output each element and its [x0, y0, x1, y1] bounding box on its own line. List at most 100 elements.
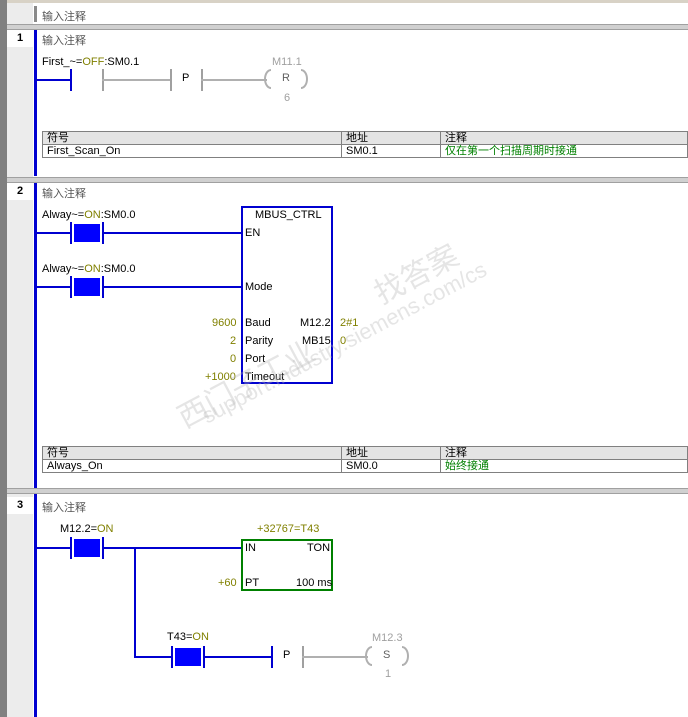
network-3-coil-type[interactable]: S: [383, 649, 390, 661]
timer-label[interactable]: +32767=T43: [257, 523, 319, 535]
network-3-p-edge-label[interactable]: P: [283, 649, 290, 661]
address-cell: SM0.1: [341, 144, 441, 158]
rung-wire-to-in: [102, 547, 242, 549]
block-title: MBUS_CTRL: [255, 209, 322, 221]
rung-wire: [37, 232, 71, 234]
network-2-contact-1-on[interactable]: [74, 224, 100, 242]
network-2-power-rail: [34, 183, 37, 488]
baud-value[interactable]: 9600: [212, 317, 236, 329]
network-1-number[interactable]: 1: [7, 30, 33, 47]
timer-pin-in: IN: [245, 542, 256, 554]
network-2-contact-2-on[interactable]: [74, 278, 100, 296]
network-3-coil-address[interactable]: M12.3: [372, 632, 403, 644]
network-3-number[interactable]: 3: [7, 497, 33, 514]
network-2-comment[interactable]: 输入注释: [42, 185, 86, 201]
table-row[interactable]: Always_On SM0.0 始终接通: [42, 459, 688, 473]
network-3-contact-2-label[interactable]: T43=ON: [167, 631, 209, 643]
network-1-symbol-table: 符号 地址 注释 First_Scan_On SM0.1 仅在第一个扫描周期时接…: [42, 131, 688, 158]
p-contact-bar-left: [170, 69, 172, 91]
contact-bar-left: [70, 222, 72, 244]
contact-symbol-name: First_~=: [42, 56, 83, 68]
top-edge: [0, 0, 688, 3]
coil-left-arc: [264, 69, 271, 89]
header-rail: [34, 6, 37, 22]
branch-wire: [134, 547, 136, 657]
contact-address: :SM0.0: [100, 209, 136, 221]
wire-to-coil: [302, 656, 368, 658]
timer-pt-value[interactable]: +60: [218, 577, 237, 589]
network-1-wire-to-coil: [201, 79, 267, 81]
left-gutter: [0, 0, 7, 717]
rung-wire-to-p: [203, 656, 271, 658]
network-1-rung-wire: [37, 79, 71, 81]
rung-wire: [37, 286, 71, 288]
network-1-contact-label[interactable]: First_~=OFF:SM0.1: [42, 56, 139, 68]
timer-base: 100 ms: [296, 577, 333, 589]
contact-symbol-name: M12.2=: [60, 523, 97, 535]
contact-state: ON: [84, 209, 101, 221]
pin-baud: Baud: [245, 317, 271, 329]
timer-type: TON: [307, 542, 331, 554]
p-contact-bar-left: [271, 646, 273, 668]
network-2-symbol-table: 符号 地址 注释 Always_On SM0.0 始终接通: [42, 446, 688, 473]
comment-cell: 始终接通: [440, 459, 688, 473]
header-gutter: [7, 3, 33, 25]
contact-bar-left: [70, 276, 72, 298]
symbol-cell: Always_On: [42, 459, 342, 473]
network-1-p-edge-label[interactable]: P: [182, 72, 189, 84]
network-2-number[interactable]: 2: [7, 183, 33, 200]
network-1-power-rail: [34, 30, 37, 176]
network-separator: [7, 24, 688, 30]
address-col-header: 地址: [341, 131, 441, 145]
network-1-wire-off: [102, 79, 170, 81]
network-1-comment[interactable]: 输入注释: [42, 32, 86, 48]
contact-state: ON: [192, 631, 209, 643]
pin-en: EN: [245, 227, 261, 239]
address-cell: SM0.0: [341, 459, 441, 473]
comment-col-header: 注释: [440, 446, 688, 460]
coil-right-arc: [301, 69, 308, 89]
contact-bar-left: [171, 646, 173, 668]
network-3-contact-1-on[interactable]: [74, 539, 100, 557]
network-3-gutter: [7, 494, 33, 717]
comment-col-header: 注释: [440, 131, 688, 145]
network-3-comment[interactable]: 输入注释: [42, 499, 86, 515]
timer-pin-pt: PT: [245, 577, 260, 589]
coil-left-arc: [365, 646, 372, 666]
network-2-contact-2-label[interactable]: Alway~=ON:SM0.0: [42, 263, 136, 275]
network-3-power-rail: [34, 494, 37, 717]
rung-wire-to-mode: [102, 286, 242, 288]
network-3-coil-count: 1: [385, 668, 392, 680]
comment-cell: 仅在第一个扫描周期时接通: [440, 144, 688, 158]
symbol-col-header: 符号: [42, 131, 342, 145]
network-3-contact-2-on[interactable]: [175, 648, 201, 666]
address-col-header: 地址: [341, 446, 441, 460]
pin-mode: Mode: [245, 281, 273, 293]
network-separator: [7, 177, 688, 183]
table-row[interactable]: First_Scan_On SM0.1 仅在第一个扫描周期时接通: [42, 144, 688, 158]
network-2-gutter: [7, 183, 33, 489]
pin-done: M12.2: [300, 317, 331, 329]
rung-wire: [37, 547, 71, 549]
program-comment[interactable]: 输入注释: [42, 8, 86, 24]
contact-state: OFF: [82, 56, 105, 68]
contact-symbol-name: Alway~=: [42, 209, 85, 221]
network-1-coil-type[interactable]: R: [282, 72, 290, 84]
network-separator: [7, 488, 688, 494]
contact-symbol-name: Alway~=: [42, 263, 85, 275]
network-1-coil-address[interactable]: M11.1: [272, 56, 302, 68]
contact-bar-left: [70, 537, 72, 559]
rung-wire-to-en: [102, 232, 242, 234]
contact-state: ON: [84, 263, 101, 275]
parity-value[interactable]: 2: [230, 335, 236, 347]
network-1-contact-bar-left: [70, 69, 72, 91]
coil-right-arc: [402, 646, 409, 666]
network-3-contact-1-label[interactable]: M12.2=ON: [60, 523, 114, 535]
network-2-contact-1-label[interactable]: Alway~=ON:SM0.0: [42, 209, 136, 221]
symbol-cell: First_Scan_On: [42, 144, 342, 158]
branch-wire-to-contact: [134, 656, 172, 658]
network-1-coil-count: 6: [284, 92, 291, 104]
contact-symbol-name: T43=: [167, 631, 193, 643]
symbol-col-header: 符号: [42, 446, 342, 460]
contact-address: :SM0.1: [104, 56, 140, 68]
